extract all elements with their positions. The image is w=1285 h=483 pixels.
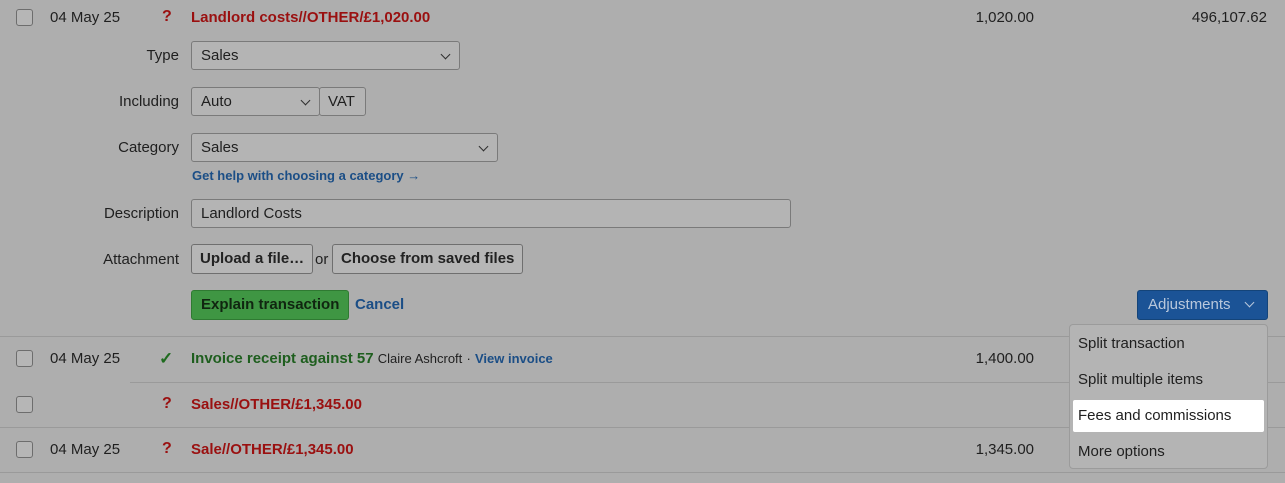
- cancel-link[interactable]: Cancel: [355, 296, 404, 313]
- row-date: 04 May 25: [50, 441, 121, 458]
- vat-addon: VAT: [319, 87, 366, 116]
- row-checkbox[interactable]: [16, 396, 33, 413]
- row-amount: 1,400.00: [975, 350, 1034, 367]
- adjustments-menu: Split transaction Split multiple items F…: [1069, 324, 1268, 469]
- chevron-down-icon: [478, 141, 489, 152]
- menu-item-split-transaction[interactable]: Split transaction: [1078, 335, 1185, 352]
- row-description[interactable]: Invoice receipt against 57: [191, 350, 374, 367]
- view-invoice-link[interactable]: View invoice: [475, 351, 553, 366]
- type-select-value: Sales: [201, 47, 239, 64]
- category-select[interactable]: Sales: [191, 133, 498, 162]
- vat-label: VAT: [328, 93, 355, 110]
- chevron-down-icon: [300, 95, 311, 106]
- explain-transaction-button[interactable]: Explain transaction: [191, 290, 350, 320]
- row-amount: 1,345.00: [975, 441, 1034, 458]
- including-label: Including: [118, 93, 179, 110]
- row-date: 04 May 25: [50, 9, 121, 26]
- upload-file-button[interactable]: Upload a file…: [191, 244, 314, 274]
- row-amount: 1,020.00: [975, 9, 1034, 26]
- including-select[interactable]: Auto: [191, 87, 320, 116]
- adjustments-button[interactable]: Adjustments: [1137, 290, 1268, 320]
- category-label: Category: [118, 139, 179, 156]
- attachment-label: Attachment: [103, 251, 179, 268]
- row-contact: Claire Ashcroft: [377, 351, 463, 366]
- row-date: 04 May 25: [50, 350, 121, 367]
- menu-item-more-options[interactable]: More options: [1078, 443, 1165, 460]
- or-text: or: [315, 251, 329, 268]
- row-description[interactable]: Landlord costs//OTHER/£1,020.00: [191, 9, 430, 26]
- unexplained-icon: ?: [162, 440, 172, 457]
- row-checkbox[interactable]: [16, 441, 33, 458]
- menu-item-split-multiple-items[interactable]: Split multiple items: [1078, 371, 1203, 388]
- unexplained-icon: ?: [162, 8, 172, 25]
- including-select-value: Auto: [201, 93, 232, 110]
- description-input[interactable]: Landlord Costs: [191, 199, 791, 228]
- menu-item-fees-and-commissions[interactable]: Fees and commissions: [1078, 407, 1231, 424]
- row-description-group: Invoice receipt against 57 Claire Ashcro…: [191, 350, 553, 367]
- adjustments-label: Adjustments: [1148, 296, 1231, 313]
- row-description[interactable]: Sales//OTHER/£1,345.00: [191, 396, 362, 413]
- row-checkbox[interactable]: [16, 350, 33, 367]
- type-label: Type: [146, 47, 179, 64]
- row-description[interactable]: Sale//OTHER/£1,345.00: [191, 441, 354, 458]
- description-input-value: Landlord Costs: [201, 205, 302, 222]
- unexplained-icon: ?: [162, 395, 172, 412]
- category-select-value: Sales: [201, 139, 239, 156]
- explained-check-icon: ✓: [159, 349, 174, 368]
- row-checkbox[interactable]: [16, 9, 33, 26]
- description-label: Description: [103, 205, 179, 222]
- chevron-down-icon: [440, 49, 451, 60]
- row-balance: 496,107.62: [1191, 9, 1267, 26]
- type-select[interactable]: Sales: [191, 41, 460, 70]
- row-separator: ·: [466, 351, 471, 366]
- category-help-link[interactable]: Get help with choosing a category →: [192, 168, 420, 183]
- row-divider: [0, 472, 1285, 473]
- choose-saved-files-button[interactable]: Choose from saved files: [332, 244, 524, 274]
- chevron-down-icon: [1244, 297, 1255, 308]
